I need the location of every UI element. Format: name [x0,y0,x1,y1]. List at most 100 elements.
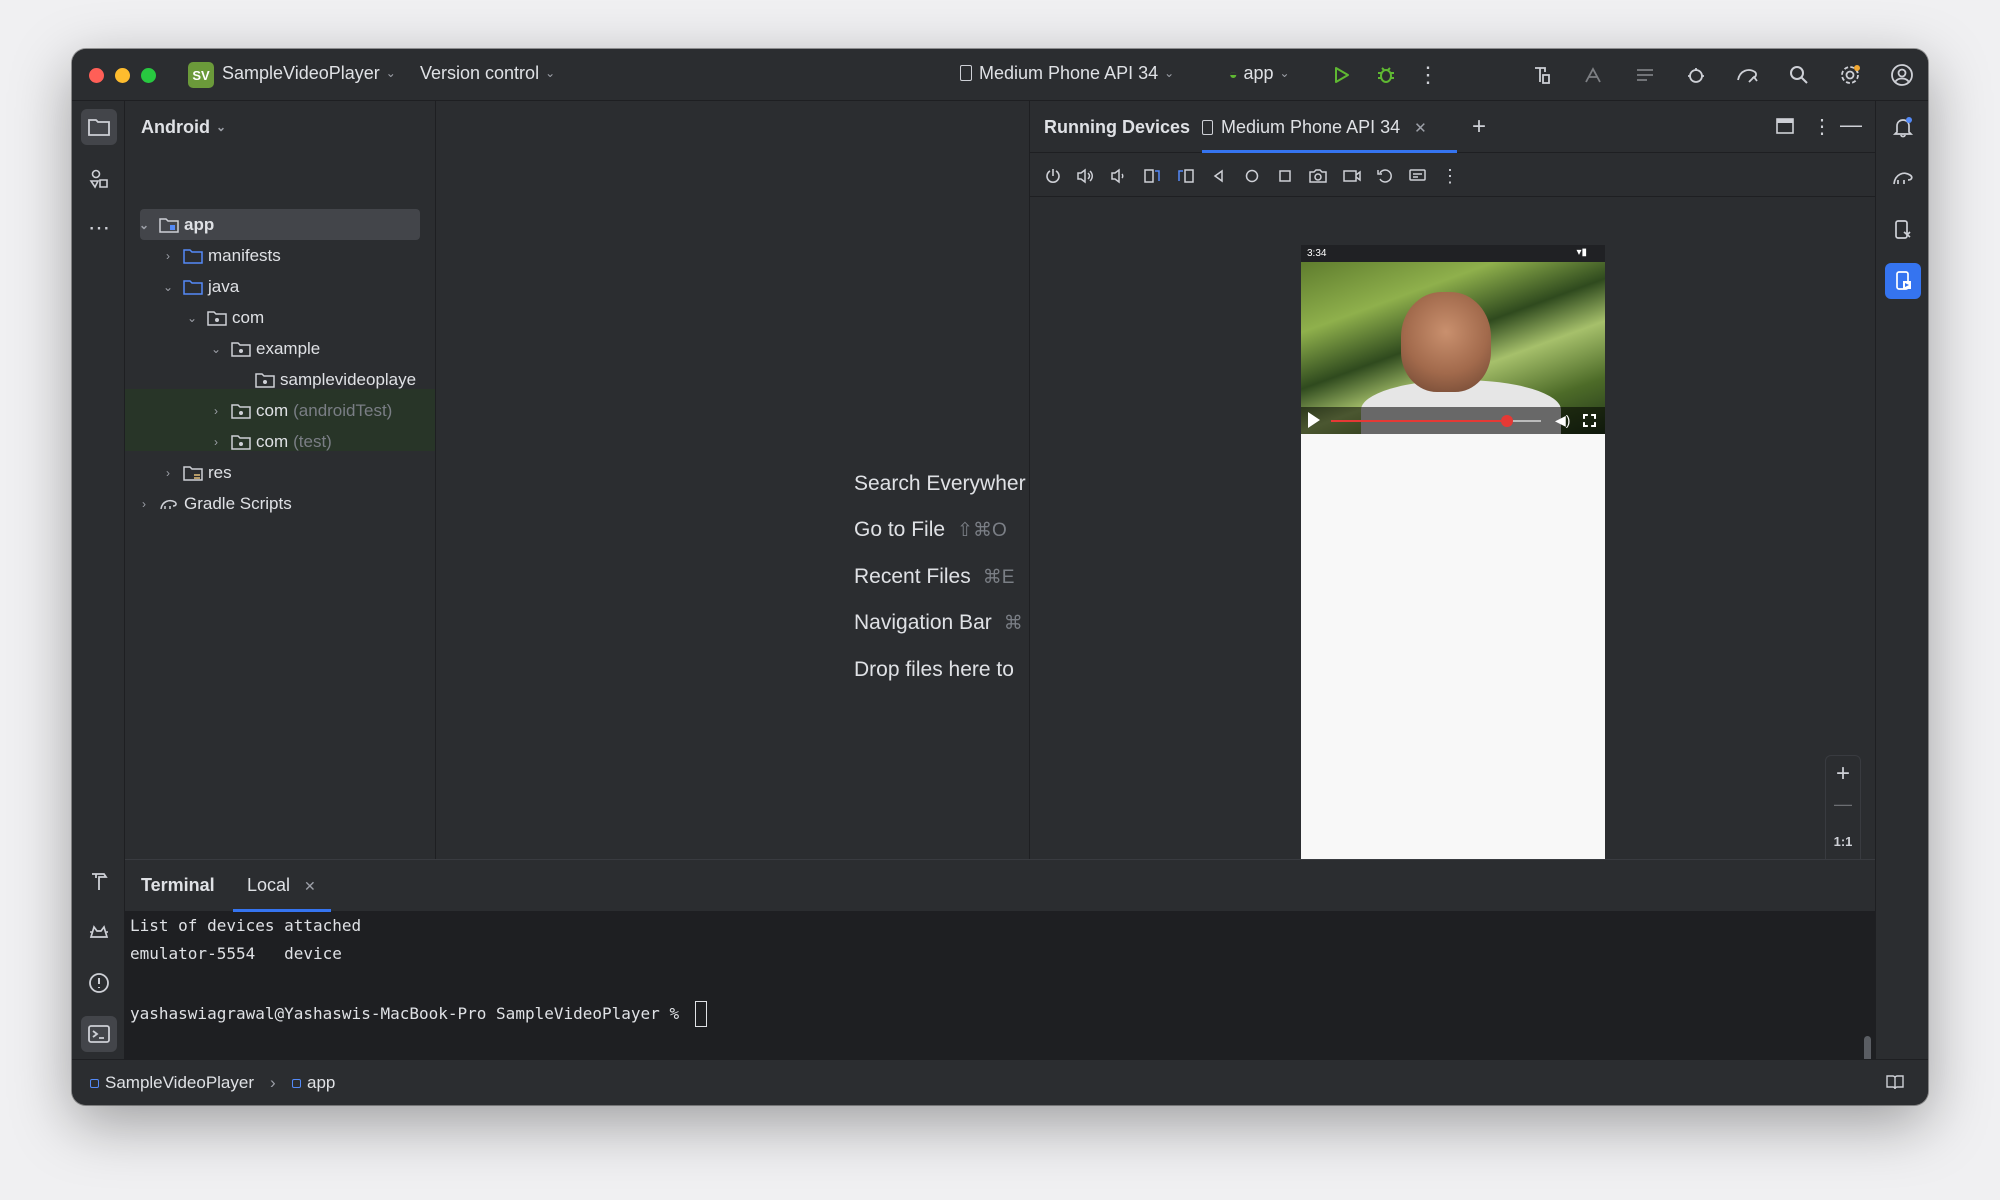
resource-manager-icon[interactable] [81,161,117,197]
apply-changes-icon[interactable] [1578,60,1608,90]
emulator-screen[interactable]: 3:34 ▾▮ ◀) [1301,245,1605,920]
tree-label: com [232,307,265,327]
screen-record-icon[interactable] [1341,165,1363,187]
chevron-right-icon[interactable]: › [159,249,177,263]
minimize-window-button[interactable] [115,68,130,83]
tree-node-com-android-test[interactable]: › com (androidTest) [207,395,392,426]
gradle-elephant-icon[interactable] [1885,160,1921,196]
tree-node-gradle-scripts[interactable]: › Gradle Scripts [135,488,292,519]
terminal-prompt-line[interactable]: yashaswiagrawal@Yashaswis-MacBook-Pro Sa… [130,1001,707,1027]
power-icon[interactable] [1042,165,1064,187]
add-device-icon[interactable]: + [1472,113,1486,141]
tree-label: res [208,462,232,482]
zoom-out-icon[interactable]: — [1826,794,1860,815]
run-config-selector[interactable]: ◒ app ⌄ [1229,63,1290,84]
device-manager-icon[interactable] [1885,212,1921,248]
terminal-output[interactable]: List of devices attached emulator-5554 d… [125,912,1875,1062]
project-folder-icon[interactable] [81,109,117,145]
tree-node-app[interactable]: ⌄ app [135,209,214,240]
device-tab[interactable]: Medium Phone API 34 ✕ [1202,117,1427,138]
chevron-right-icon[interactable]: › [207,404,225,418]
rotate-left-icon[interactable] [1141,165,1163,187]
zoom-window-button[interactable] [141,68,156,83]
chevron-down-icon: ⌄ [385,66,396,80]
reset-icon[interactable] [1374,165,1396,187]
close-tab-icon[interactable]: ✕ [304,878,316,894]
volume-icon[interactable]: ◀) [1555,412,1570,429]
tree-node-com[interactable]: ⌄ com [183,302,264,333]
more-vertical-icon[interactable]: ⋮ [1439,165,1461,187]
running-devices-icon[interactable] [1885,263,1921,299]
terminal-tab-bar: Terminal Local ✕ [125,860,1875,912]
back-icon[interactable] [1208,165,1230,187]
logcat-icon[interactable] [81,914,117,950]
zoom-in-icon[interactable]: + [1826,760,1860,788]
chevron-down-icon[interactable]: ⌄ [183,311,201,325]
tree-node-example[interactable]: ⌄ example [207,333,320,364]
hint-label: Search Everywher [854,472,1026,495]
version-control-menu[interactable]: Version control ⌄ [420,63,555,84]
terminal-icon[interactable] [81,1016,117,1052]
tree-node-res[interactable]: › res [159,457,232,488]
volume-up-icon[interactable] [1075,165,1097,187]
chevron-right-icon[interactable]: › [207,435,225,449]
tree-node-java[interactable]: ⌄ java [159,271,239,302]
problems-icon[interactable] [81,965,117,1001]
more-vertical-icon[interactable]: ⋮ [1812,114,1832,139]
terminal-tab-local[interactable]: Local ✕ [247,875,316,896]
tree-label: Gradle Scripts [184,493,292,513]
chevron-down-icon[interactable]: ⌄ [159,280,177,294]
seek-bar-thumb[interactable] [1501,415,1513,427]
terminal-line: emulator-5554 device [130,944,342,963]
account-icon[interactable] [1887,60,1917,90]
window-layout-icon[interactable] [1776,118,1794,139]
more-horizontal-icon[interactable]: ⋯ [81,210,117,246]
close-tab-icon[interactable]: ✕ [1414,120,1427,137]
run-button[interactable] [1326,60,1356,90]
tree-node-manifests[interactable]: › manifests [159,240,281,271]
sync-list-icon[interactable] [1630,60,1660,90]
home-icon[interactable] [1241,165,1263,187]
breadcrumb-project[interactable]: SampleVideoPlayer [90,1073,254,1093]
phone-status-bar: 3:34 ▾▮ [1301,245,1605,262]
debug-icon[interactable] [1371,60,1401,90]
build-hammer-icon[interactable] [81,863,117,899]
profiler-icon[interactable] [1681,60,1711,90]
package-icon [207,310,227,326]
gradle-sync-icon[interactable] [1732,60,1762,90]
video-player[interactable]: ◀) [1301,262,1605,434]
notifications-bell-icon[interactable] [1885,109,1921,145]
phone-clock: 3:34 [1307,248,1327,259]
title-bar: SV SampleVideoPlayer ⌄ Version control ⌄ M… [72,49,1928,101]
device-toolbar: ⋮ [1030,153,1876,197]
settings-gear-icon[interactable] [1835,60,1865,90]
project-badge[interactable]: SV [188,62,214,88]
chevron-right-icon[interactable]: › [135,497,153,511]
chevron-down-icon[interactable]: ⌄ [207,342,225,356]
fullscreen-icon[interactable] [1583,414,1596,427]
hint-navigation-bar: Navigation Bar ⌘ [854,611,1023,635]
project-view-selector[interactable]: Android ⌄ [141,117,226,138]
close-window-button[interactable] [89,68,104,83]
tree-node-package[interactable]: samplevideoplaye [255,364,416,395]
device-selector[interactable]: Medium Phone API 34 ⌄ [960,63,1174,84]
breadcrumb-module[interactable]: app [292,1073,335,1093]
chevron-right-icon[interactable]: › [159,466,177,480]
chevron-down-icon[interactable]: ⌄ [135,218,153,232]
zoom-actual-size[interactable]: 1:1 [1826,834,1860,849]
sdk-manager-icon[interactable] [1527,60,1557,90]
volume-down-icon[interactable] [1108,165,1130,187]
tree-node-com-test[interactable]: › com (test) [207,426,332,457]
project-selector[interactable]: SampleVideoPlayer ⌄ [222,63,396,84]
more-vertical-icon[interactable]: ⋮ [1413,60,1443,90]
tree-label: com [256,400,289,420]
rotate-right-icon[interactable] [1175,165,1197,187]
reader-mode-book-icon[interactable] [1885,1073,1905,1096]
overview-icon[interactable] [1274,165,1296,187]
screenshot-camera-icon[interactable] [1307,165,1329,187]
keyboard-mirror-icon[interactable] [1407,165,1429,187]
module-icon [90,1078,99,1088]
search-icon[interactable] [1784,60,1814,90]
play-icon[interactable] [1308,412,1320,428]
minimize-panel-icon[interactable]: — [1840,112,1862,138]
